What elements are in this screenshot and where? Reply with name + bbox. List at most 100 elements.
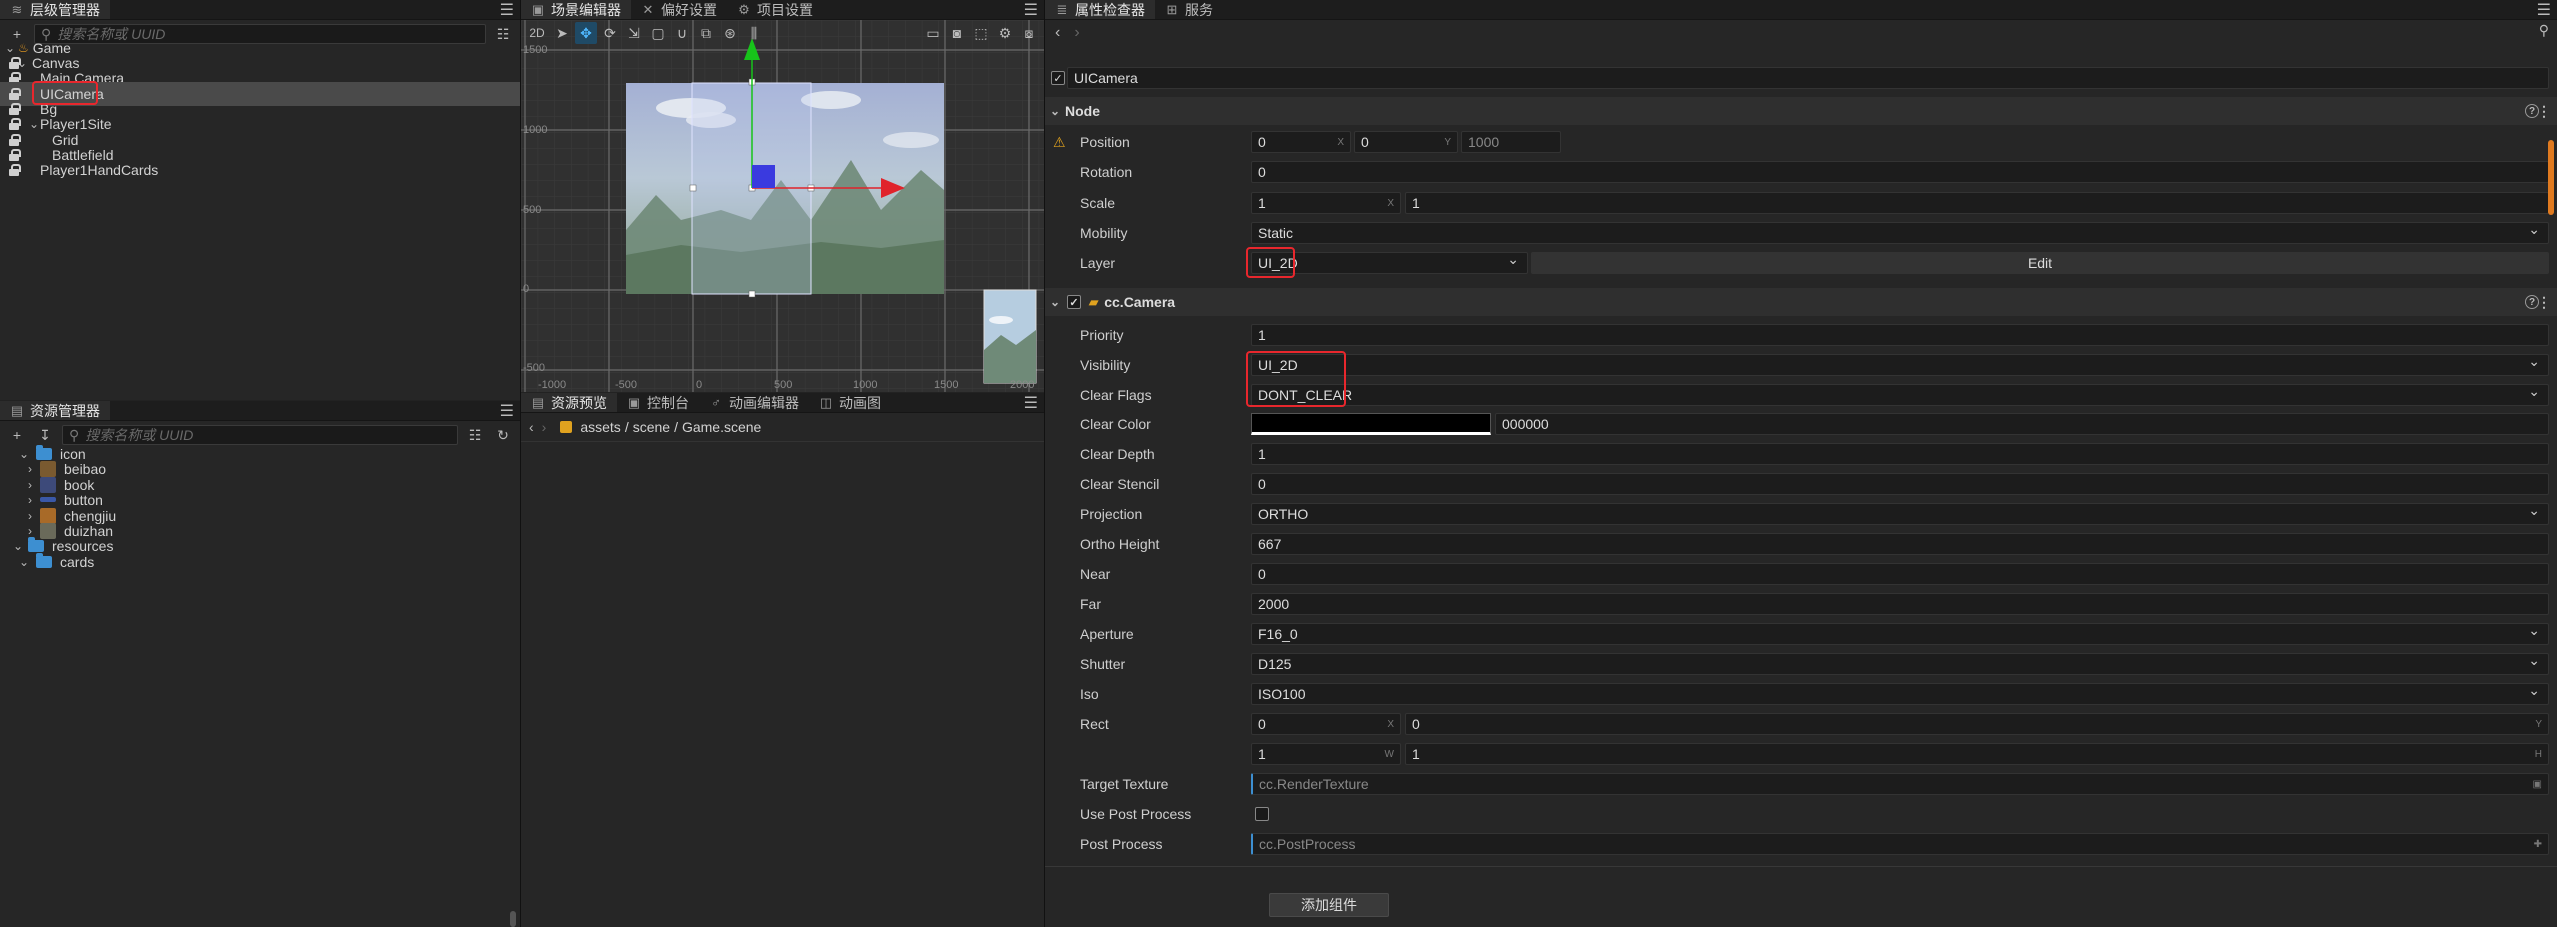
iso-select[interactable]: ISO100 — [1251, 682, 2549, 705]
tab-animation-graph[interactable]: ◫ 动画图 — [809, 393, 891, 412]
scale-x-field[interactable]: 1X — [1251, 192, 1401, 214]
select-tool-icon[interactable]: ➤ — [551, 22, 573, 44]
more-icon[interactable]: ⋮ — [2537, 294, 2551, 311]
camera-section-header[interactable]: ⌄ ✓ ▰ cc.Camera ? ⋮ — [1045, 288, 2557, 316]
chevron-down-icon[interactable]: ⌄ — [1049, 104, 1061, 118]
rotation-row: Rotation 0 — [1045, 158, 2557, 186]
breadcrumb-scene[interactable]: scene — [633, 419, 670, 435]
clear-stencil-row: Clear Stencil 0 — [1045, 470, 2557, 498]
breadcrumb-assets[interactable]: assets — [580, 419, 620, 435]
rect-tool-icon[interactable]: ▢ — [647, 22, 669, 44]
visibility-select[interactable]: UI_2D — [1251, 353, 2549, 376]
bottom-menu-icon[interactable]: ☰ — [1024, 393, 1038, 413]
x-tick-1000: 1000 — [853, 379, 878, 391]
snap-tool-icon[interactable]: ∪ — [671, 22, 693, 44]
align-tool-icon[interactable]: ⫼ — [743, 22, 765, 44]
ortho-height-field[interactable]: 667 — [1251, 533, 2549, 555]
priority-field[interactable]: 1 — [1251, 324, 2549, 346]
breadcrumb-file[interactable]: Game.scene — [682, 419, 761, 435]
scene-menu-icon[interactable]: ☰ — [1024, 0, 1038, 20]
clear-depth-field[interactable]: 1 — [1251, 443, 2549, 465]
aperture-select[interactable]: F16_0 — [1251, 622, 2549, 645]
local-global-icon[interactable]: ⧉ — [695, 22, 717, 44]
tab-scene-editor[interactable]: ▣ 场景编辑器 — [521, 0, 631, 19]
rect-y-field[interactable]: 0Y — [1405, 713, 2549, 735]
move-tool-icon[interactable]: ✥ — [575, 22, 597, 44]
target-texture-field[interactable]: cc.RenderTexture ▣ — [1251, 773, 2549, 795]
pivot-center-icon[interactable]: ⊛ — [719, 22, 741, 44]
clear-color-hex[interactable]: 000000 — [1495, 413, 2549, 435]
mobility-select[interactable]: Static — [1251, 221, 2549, 244]
post-process-field[interactable]: cc.PostProcess ✚ — [1251, 833, 2549, 855]
tab-hierarchy[interactable]: ≋ 层级管理器 — [0, 0, 110, 19]
viewport-icon[interactable]: ▭ — [922, 22, 944, 44]
back-icon[interactable]: ‹ — [529, 419, 534, 435]
tab-services[interactable]: ⊞ 服务 — [1155, 0, 1223, 19]
scene-icon: ▣ — [531, 1, 545, 17]
clear-flags-select[interactable]: DONT_CLEAR — [1251, 383, 2549, 406]
tab-project-settings[interactable]: ⚙ 项目设置 — [727, 0, 823, 19]
rect-h-field[interactable]: 1H — [1405, 743, 2549, 765]
near-field[interactable]: 0 — [1251, 563, 2549, 585]
scale-y-field[interactable]: 1 — [1405, 192, 2549, 214]
chevron-down-icon[interactable]: ⌄ — [1049, 295, 1061, 309]
scene-settings-icon[interactable]: ⚙ — [994, 22, 1016, 44]
rect-x-field[interactable]: 0X — [1251, 713, 1401, 735]
position-x-field[interactable]: 0X — [1251, 131, 1351, 153]
forward-icon[interactable]: › — [542, 419, 547, 435]
shutter-select[interactable]: D125 — [1251, 652, 2549, 675]
rotation-field[interactable]: 0 — [1251, 161, 2549, 183]
tab-inspector[interactable]: ≣ 属性检查器 — [1045, 0, 1155, 19]
tab-console[interactable]: ▣ 控制台 — [617, 393, 699, 412]
hierarchy-menu-icon[interactable]: ☰ — [500, 0, 514, 20]
node-section-header[interactable]: ⌄ Node ? ⋮ — [1045, 97, 2557, 125]
tree-node-player1handcards[interactable]: Player1HandCards — [0, 158, 520, 182]
folder-icon — [36, 552, 52, 568]
clear-stencil-field[interactable]: 0 — [1251, 473, 2549, 495]
panel-divider-vertical[interactable] — [520, 0, 521, 927]
scene-gizmo-icon[interactable]: ⬚ — [970, 22, 992, 44]
position-y-field[interactable]: 0Y — [1354, 131, 1458, 153]
node-active-checkbox[interactable]: ✓ — [1051, 71, 1065, 85]
more-icon[interactable]: ⋮ — [2537, 103, 2551, 120]
tab-asset-preview[interactable]: ▤ 资源预览 — [521, 393, 617, 412]
layer-edit-button[interactable]: Edit — [1531, 252, 2549, 274]
tab-assets[interactable]: ▤ 资源管理器 — [0, 401, 110, 420]
position-row: ⚠ Position 0X 0Y 1000 — [1045, 128, 2557, 156]
inspector-scrollbar[interactable] — [2548, 140, 2554, 215]
projection-select[interactable]: ORTHO — [1251, 502, 2549, 525]
assets-menu-icon[interactable]: ☰ — [500, 401, 514, 421]
mode-2d-button[interactable]: 2D — [525, 22, 549, 44]
scale-tool-icon[interactable]: ⇲ — [623, 22, 645, 44]
back-icon[interactable]: ‹ — [1055, 24, 1060, 42]
add-component-button[interactable]: 添加组件 — [1269, 893, 1389, 917]
asset-folder-cards[interactable]: ⌄ cards — [0, 549, 520, 574]
inspector-menu-icon[interactable]: ☰ — [2537, 0, 2551, 20]
panel-divider-vertical-2[interactable] — [1044, 0, 1045, 927]
clear-color-swatch[interactable] — [1251, 413, 1491, 435]
scale-row: Scale 1X 1 — [1045, 189, 2557, 217]
chevron-down-icon[interactable]: ⌄ — [18, 555, 30, 569]
pin-icon[interactable]: ⚲ — [2539, 22, 2549, 39]
scene-layers-icon[interactable]: ⧇ — [1018, 22, 1040, 44]
clear-color-row: Clear Color 000000 — [1045, 410, 2557, 438]
rotate-tool-icon[interactable]: ⟳ — [599, 22, 621, 44]
position-z-field[interactable]: 1000 — [1461, 131, 1561, 153]
assets-scrollbar[interactable] — [510, 911, 516, 927]
tab-animation-editor[interactable]: ♂ 动画编辑器 — [699, 393, 809, 412]
x-tick-0: 0 — [696, 379, 703, 391]
asset-preview-panel: ▤ 资源预览 ▣ 控制台 ♂ 动画编辑器 ◫ 动画图 ☰ ‹ › assets … — [521, 393, 1044, 927]
layer-row: Layer UI_2D Edit — [1045, 249, 2557, 277]
layer-select[interactable]: UI_2D — [1251, 251, 1528, 274]
camera-enabled-checkbox[interactable]: ✓ — [1067, 295, 1081, 309]
rect-w-field[interactable]: 1W — [1251, 743, 1401, 765]
tab-preferences[interactable]: ✕ 偏好设置 — [631, 0, 727, 19]
forward-icon[interactable]: › — [1074, 24, 1079, 42]
camera-icon[interactable]: ◙ — [946, 22, 968, 44]
far-field[interactable]: 2000 — [1251, 593, 2549, 615]
scene-viewport[interactable] — [521, 20, 1044, 392]
node-name-field[interactable]: UICamera — [1067, 67, 2549, 89]
lock-icon[interactable] — [9, 164, 21, 176]
inspector-nav: ‹ › — [1055, 20, 1080, 46]
use-post-process-checkbox[interactable] — [1255, 807, 1269, 821]
